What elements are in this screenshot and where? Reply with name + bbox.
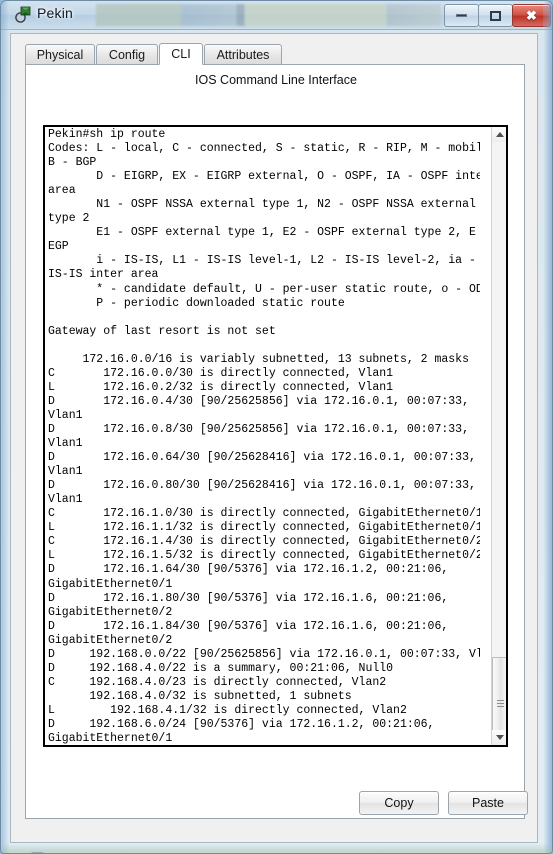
tab-physical[interactable]: Physical	[25, 44, 95, 64]
minimize-button[interactable]	[444, 4, 479, 27]
device-config-window: Pekin ✖ Physical Config CLI Attributes I…	[0, 0, 553, 854]
maximize-button[interactable]	[478, 4, 513, 27]
tab-cli[interactable]: CLI	[159, 43, 203, 65]
cli-panel-heading: IOS Command Line Interface	[195, 73, 357, 87]
scrollbar-grip-icon	[497, 700, 504, 707]
tab-physical-label: Physical	[36, 47, 84, 62]
aero-glass-reflection	[96, 4, 441, 26]
tab-config[interactable]: Config	[96, 44, 158, 64]
tab-config-label: Config	[108, 47, 146, 62]
paste-button[interactable]: Paste	[448, 791, 528, 815]
terminal-output[interactable]: Pekin#sh ip route Codes: L - local, C - …	[48, 128, 480, 745]
packet-tracer-device-icon	[15, 6, 31, 23]
copy-button[interactable]: Copy	[359, 791, 439, 815]
cli-panel: IOS Command Line Interface Pekin#sh ip r…	[25, 64, 525, 819]
window-left-edge	[1, 1, 10, 853]
tab-cli-label: CLI	[171, 47, 191, 61]
paste-button-label: Paste	[472, 796, 504, 810]
terminal-scrollbar[interactable]	[491, 127, 506, 745]
tab-attributes[interactable]: Attributes	[204, 44, 282, 64]
scroll-up-icon[interactable]	[492, 127, 506, 142]
window-title: Pekin	[37, 5, 74, 21]
terminal-frame: Pekin#sh ip route Codes: L - local, C - …	[43, 125, 508, 747]
scroll-down-icon[interactable]	[492, 730, 506, 745]
copy-button-label: Copy	[384, 796, 414, 810]
window-title-bar[interactable]: Pekin ✖	[1, 1, 552, 30]
tab-attributes-label: Attributes	[216, 47, 270, 62]
tab-strip: Physical Config CLI Attributes	[25, 43, 525, 65]
dialog-body: Physical Config CLI Attributes IOS Comma…	[10, 33, 538, 853]
window-bottom-edge	[1, 843, 552, 853]
window-right-edge	[543, 1, 552, 853]
